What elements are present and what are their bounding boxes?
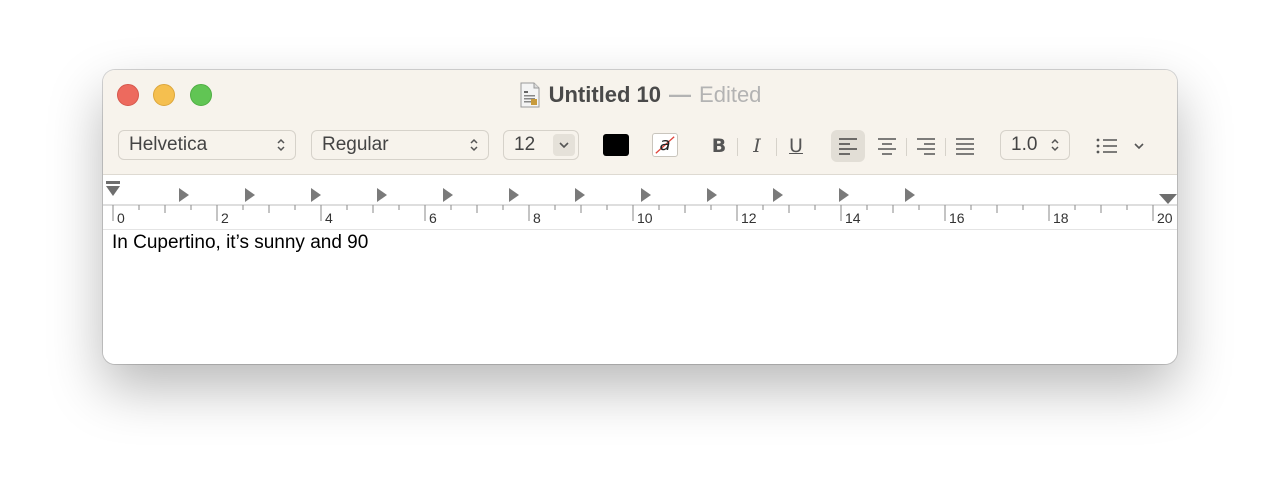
list-style-button[interactable] bbox=[1093, 132, 1153, 160]
font-size-value: 12 bbox=[514, 134, 536, 155]
up-down-chevron-icon bbox=[470, 138, 478, 152]
align-center-icon bbox=[878, 138, 896, 155]
tab-stop-marker bbox=[905, 188, 915, 202]
ruler-label: 4 bbox=[325, 210, 333, 226]
align-left-button[interactable] bbox=[831, 130, 865, 162]
ruler-label: 12 bbox=[741, 210, 757, 226]
format-toolbar: Helvetica Regular 12 a B I U 1.0 bbox=[103, 128, 1177, 164]
ruler-label: 18 bbox=[1053, 210, 1069, 226]
textedit-window: Untitled 10 — Edited Helvetica Regular 1… bbox=[103, 70, 1177, 364]
document-area[interactable]: In Cupertino, it’s sunny and 90 bbox=[103, 230, 1177, 364]
ruler[interactable]: 0 2 4 6 8 10 12 14 16 18 20 bbox=[103, 175, 1177, 230]
tab-stop-marker bbox=[377, 188, 387, 202]
tab-stop-marker bbox=[575, 188, 585, 202]
title-separator: — bbox=[669, 82, 692, 107]
tab-stop-marker bbox=[443, 188, 453, 202]
tab-stop-marker bbox=[707, 188, 717, 202]
left-indent-marker bbox=[106, 186, 120, 196]
highlight-glyph: a bbox=[659, 134, 671, 155]
chevron-down-icon bbox=[1134, 143, 1144, 150]
ruler-label: 8 bbox=[533, 210, 541, 226]
tab-stop-marker bbox=[311, 188, 321, 202]
align-right-icon bbox=[917, 138, 935, 155]
font-family-popup[interactable]: Helvetica bbox=[118, 130, 296, 160]
ruler-label: 0 bbox=[117, 210, 125, 226]
font-size-dropdown[interactable] bbox=[553, 134, 575, 156]
font-style-popup[interactable]: Regular bbox=[311, 130, 489, 160]
document-title: Untitled 10 bbox=[548, 82, 662, 107]
font-size-combo[interactable]: 12 bbox=[503, 130, 579, 160]
ruler-label: 16 bbox=[949, 210, 965, 226]
tab-stop-marker bbox=[509, 188, 519, 202]
edited-status: Edited bbox=[699, 82, 762, 107]
chevron-down-icon bbox=[559, 142, 569, 149]
titlebar: Untitled 10 — Edited Helvetica Regular 1… bbox=[103, 70, 1177, 175]
font-style-value: Regular bbox=[322, 134, 389, 155]
bold-button[interactable]: B bbox=[706, 132, 732, 160]
italic-button[interactable]: I bbox=[744, 132, 770, 160]
underline-button[interactable]: U bbox=[783, 132, 809, 160]
tab-stop-marker bbox=[839, 188, 849, 202]
justify-icon bbox=[956, 138, 974, 155]
document-icon bbox=[520, 82, 540, 108]
tab-stop-marker bbox=[641, 188, 651, 202]
first-line-indent-marker bbox=[106, 181, 120, 184]
align-right-button[interactable] bbox=[909, 130, 943, 162]
bulleted-list-icon bbox=[1096, 138, 1144, 154]
ruler-label: 6 bbox=[429, 210, 437, 226]
divider bbox=[906, 138, 907, 156]
right-indent-marker bbox=[1159, 194, 1177, 204]
ruler-label: 2 bbox=[221, 210, 229, 226]
line-spacing-value: 1.0 bbox=[1011, 134, 1038, 155]
divider bbox=[945, 138, 946, 156]
text-color-swatch[interactable] bbox=[603, 134, 629, 156]
up-down-chevron-icon bbox=[277, 138, 285, 152]
justify-button[interactable] bbox=[948, 130, 982, 162]
up-down-chevron-icon bbox=[1051, 138, 1059, 152]
divider bbox=[776, 138, 777, 156]
window-title-bar[interactable]: Untitled 10 — Edited bbox=[103, 80, 1177, 110]
align-left-icon bbox=[839, 138, 857, 155]
tab-stop-marker bbox=[245, 188, 255, 202]
font-family-value: Helvetica bbox=[129, 134, 208, 155]
ruler-label: 10 bbox=[637, 210, 653, 226]
divider bbox=[737, 138, 738, 156]
document-text[interactable]: In Cupertino, it’s sunny and 90 bbox=[112, 232, 368, 254]
ruler-label: 14 bbox=[845, 210, 861, 226]
tab-stop-marker bbox=[773, 188, 783, 202]
tab-stop-marker bbox=[179, 188, 189, 202]
ruler-label: 20 bbox=[1157, 210, 1173, 226]
highlight-color-swatch[interactable]: a bbox=[652, 133, 678, 157]
line-spacing-popup[interactable]: 1.0 bbox=[1000, 130, 1070, 160]
align-center-button[interactable] bbox=[870, 130, 904, 162]
